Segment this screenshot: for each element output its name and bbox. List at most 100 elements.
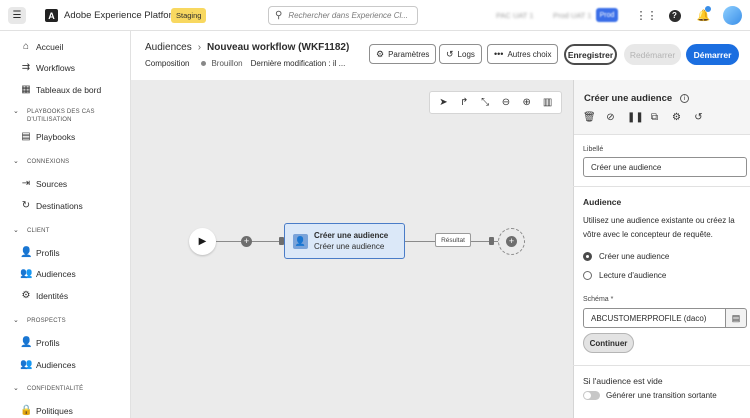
section-client[interactable]: ⌄ CLIENT xyxy=(13,227,50,235)
empty-audience-heading: Si l'audience est vide xyxy=(583,376,663,386)
info-icon[interactable]: i xyxy=(680,94,690,103)
sidebar-item-identites[interactable]: ⚙ Identités xyxy=(20,290,69,301)
schema-caption-text: Schéma xyxy=(583,296,609,303)
fit-view-icon[interactable]: ⤡ xyxy=(478,97,492,108)
select-pointer-icon[interactable]: ➤ xyxy=(436,97,450,108)
radio-create-audience[interactable]: Créer une audience xyxy=(583,252,669,261)
breadcrumb: Audiences › Nouveau workflow (WKF1182) xyxy=(145,42,349,53)
sidebar-item-prospect-audiences[interactable]: 👥 Audiences xyxy=(20,359,76,370)
section-label: CONFIDENTIALITÉ xyxy=(27,386,84,392)
more-icon: ••• xyxy=(494,49,504,59)
section-confidentialite[interactable]: ⌄ CONFIDENTIALITÉ xyxy=(13,385,83,393)
label-input[interactable]: Créer une audience xyxy=(583,157,747,177)
search-placeholder: Rechercher dans Experience Cl... xyxy=(288,11,408,20)
sidebar-item-profils[interactable]: 👤 Profils xyxy=(20,247,60,258)
apps-grid-icon[interactable]: ⋮⋮ xyxy=(636,9,658,22)
sidebar-item-audiences[interactable]: 👥 Audiences xyxy=(20,268,76,279)
sidebar-item-label: Playbooks xyxy=(36,131,76,142)
history-icon[interactable]: ↺ xyxy=(693,112,704,123)
schema-picker-icon[interactable]: ▤ xyxy=(725,308,747,328)
top-bar: ☰ A Adobe Experience Platform Staging ⚲ … xyxy=(0,0,750,31)
audience-heading: Audience xyxy=(583,197,622,207)
destinations-icon: ↻ xyxy=(21,200,31,211)
chevron-right-icon: › xyxy=(197,42,202,53)
chevron-down-icon: ⌄ xyxy=(13,227,20,234)
continue-button[interactable]: Continuer xyxy=(583,333,634,353)
sidebar-item-label: Profils xyxy=(36,247,60,258)
create-audience-node[interactable]: 👤 Créer une audience Créer une audience xyxy=(284,223,405,259)
label-caption: Libellé xyxy=(583,146,604,153)
sidebar-item-label: Accueil xyxy=(36,41,64,52)
disable-icon[interactable]: ⊘ xyxy=(605,112,616,123)
policy-icon: 🔒 xyxy=(20,405,33,416)
identity-icon: ⚙ xyxy=(21,290,31,301)
restart-button[interactable]: Redémarrer xyxy=(624,44,681,65)
org-switcher-a[interactable]: PAC UAT 1 xyxy=(496,11,534,20)
app-name[interactable]: Adobe Experience Platform xyxy=(64,10,180,21)
sidebar-item-sources[interactable]: ⇥ Sources xyxy=(20,178,67,189)
zoom-out-icon[interactable]: ⊖ xyxy=(499,97,513,108)
sidebar-item-prospect-profils[interactable]: 👤 Profils xyxy=(20,337,60,348)
start-button[interactable]: Démarrer xyxy=(686,44,739,65)
search-input[interactable]: ⚲ Rechercher dans Experience Cl... xyxy=(268,6,418,25)
sidebar-item-workflows[interactable]: ⇉ Workflows xyxy=(20,62,75,73)
menu-icon[interactable]: ☰ xyxy=(8,7,26,24)
audience-icon: 👤 xyxy=(293,233,308,249)
audience-icon: 👥 xyxy=(20,268,33,279)
org-switcher-b[interactable]: Prod UAT 1 xyxy=(553,11,592,20)
workflow-icon: ⇉ xyxy=(21,62,31,73)
more-label: Autres choix xyxy=(507,49,552,59)
toggle-switch[interactable] xyxy=(583,391,600,400)
add-activity-icon[interactable]: + xyxy=(506,236,517,247)
panel-toolbar: 🗑 ⊘ ❚❚ ⧉ ⚙ ↺ xyxy=(583,112,715,123)
logs-button[interactable]: ↺ Logs xyxy=(439,44,482,64)
radio-unselected[interactable] xyxy=(583,271,592,280)
sidebar-item-label: Audiences xyxy=(36,268,76,279)
org-badge[interactable]: Prod xyxy=(596,8,618,22)
sidebar-item-accueil[interactable]: ⌂ Accueil xyxy=(20,41,63,52)
sidebar-item-label: Profils xyxy=(36,337,60,348)
radio-read-audience[interactable]: Lecture d'audience xyxy=(583,271,666,280)
section-connexions[interactable]: ⌄ CONNEXIONS xyxy=(13,158,69,166)
settings-icon[interactable]: ⚙ xyxy=(671,112,682,123)
avatar[interactable] xyxy=(723,6,742,25)
search-icon: ⚲ xyxy=(275,10,283,21)
schema-caption: Schéma * xyxy=(583,296,613,303)
params-button[interactable]: ⚙ Paramètres xyxy=(369,44,437,64)
sidebar-item-politiques[interactable]: 🔒 Politiques xyxy=(20,405,73,416)
radio-selected[interactable] xyxy=(583,252,592,261)
result-transition-label[interactable]: Résultat xyxy=(435,233,471,247)
breadcrumb-parent[interactable]: Audiences xyxy=(145,42,192,53)
status-dot xyxy=(201,61,207,66)
sandbox-badge[interactable]: Staging xyxy=(171,8,207,23)
section-label: CONNEXIONS xyxy=(27,159,70,165)
sidebar-item-label: Destinations xyxy=(36,200,83,211)
section-prospects[interactable]: ⌄ PROSPECTS xyxy=(13,317,66,325)
sidebar-item-destinations[interactable]: ↻ Destinations xyxy=(20,200,83,211)
sidebar-item-playbooks[interactable]: ▤ Playbooks xyxy=(20,131,75,142)
node-output-port xyxy=(489,237,494,245)
node-subtitle: Créer une audience xyxy=(314,242,385,251)
minimap-icon[interactable]: ▥ xyxy=(541,97,555,108)
sidebar-item-label: Tableaux de bord xyxy=(36,84,102,95)
section-playbooks[interactable]: ⌄ PLAYBOOKS DES CAS D'UTILISATION xyxy=(13,108,122,124)
delete-icon[interactable]: 🗑 xyxy=(583,112,596,123)
schema-input[interactable]: ABCUSTOMERPROFILE (daco) xyxy=(583,308,726,328)
help-button[interactable]: ? xyxy=(668,9,681,22)
zoom-in-icon[interactable]: ⊕ xyxy=(520,97,534,108)
audience-description: Utilisez une audience existante ou créez… xyxy=(583,216,735,239)
add-activity-icon[interactable]: + xyxy=(241,236,252,247)
sidebar-item-dashboards[interactable]: ▦ Tableaux de bord xyxy=(20,84,101,95)
add-activity-slot[interactable]: + xyxy=(498,228,525,255)
play-icon[interactable]: ▶ xyxy=(189,228,216,255)
sources-icon: ⇥ xyxy=(21,178,31,189)
copy-icon[interactable]: ⧉ xyxy=(649,112,660,123)
outgoing-transition-toggle[interactable]: Générer une transition sortante xyxy=(583,391,717,400)
home-icon: ⌂ xyxy=(22,41,30,52)
pause-icon[interactable]: ❚❚ xyxy=(627,112,644,123)
section-label: CLIENT xyxy=(27,228,50,234)
playbook-icon: ▤ xyxy=(21,131,31,142)
auto-arrange-icon[interactable]: ↱ xyxy=(457,97,471,108)
more-button[interactable]: ••• Autres choix xyxy=(487,44,559,64)
save-button[interactable]: Enregistrer xyxy=(564,44,617,65)
